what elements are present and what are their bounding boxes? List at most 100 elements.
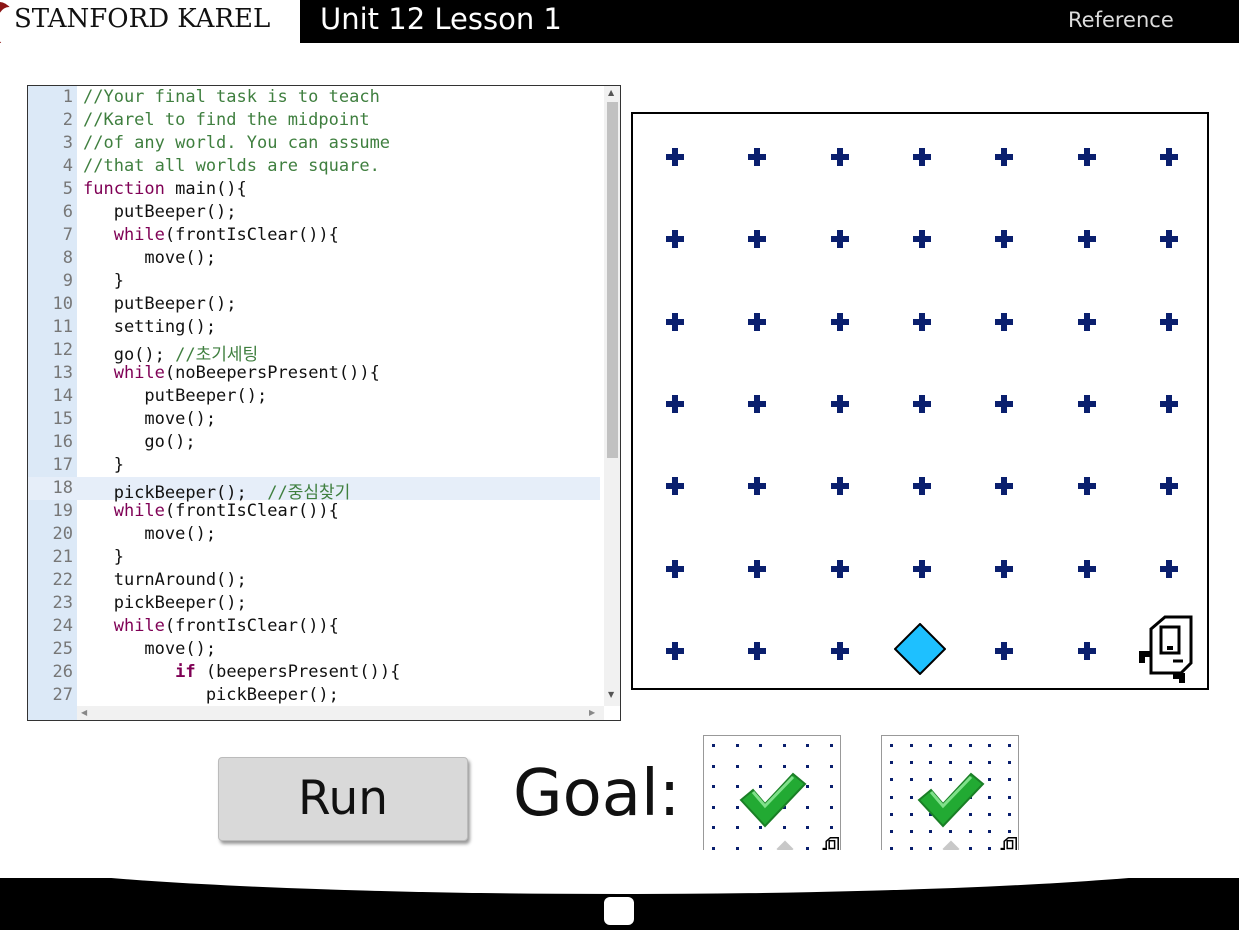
code-text[interactable]: move(); xyxy=(83,639,216,659)
corner-marker-icon xyxy=(1159,559,1178,578)
code-line[interactable]: 25 move(); xyxy=(28,638,600,661)
code-text[interactable]: setting(); xyxy=(83,317,216,337)
code-line[interactable]: 22 turnAround(); xyxy=(28,569,600,592)
goal-corner-dot xyxy=(968,744,972,747)
checkmark-icon xyxy=(739,772,807,828)
code-text[interactable]: move(); xyxy=(83,409,216,429)
scroll-right-icon[interactable]: ▶ xyxy=(589,708,595,717)
line-number: 1 xyxy=(62,87,73,107)
code-line[interactable]: 27 pickBeeper(); xyxy=(28,684,600,706)
code-text[interactable]: putBeeper(); xyxy=(83,386,267,406)
code-line[interactable]: 26 if (beepersPresent()){ xyxy=(28,661,600,684)
goal-corner-dot xyxy=(759,744,763,747)
code-line[interactable]: 24 while(frontIsClear()){ xyxy=(28,615,600,638)
code-text[interactable]: putBeeper(); xyxy=(83,294,237,314)
line-number: 23 xyxy=(52,593,73,613)
code-text[interactable]: //of any world. You can assume xyxy=(83,133,390,153)
corner-marker-icon xyxy=(995,312,1014,331)
code-text[interactable]: if (beepersPresent()){ xyxy=(83,662,400,682)
code-line[interactable]: 20 move(); xyxy=(28,523,600,546)
goal-corner-dot xyxy=(890,812,893,816)
code-text[interactable]: turnAround(); xyxy=(83,570,247,590)
code-text[interactable]: } xyxy=(83,271,124,291)
vertical-scrollbar[interactable]: ▲ ▼ xyxy=(604,86,620,706)
code-text[interactable]: //Your final task is to teach xyxy=(83,87,380,107)
code-line[interactable]: 23 pickBeeper(); xyxy=(28,592,600,615)
corner-marker-icon xyxy=(666,148,684,166)
code-text[interactable]: } xyxy=(83,547,124,567)
code-text[interactable]: //that all worlds are square. xyxy=(83,156,380,176)
code-text[interactable]: pickBeeper(); xyxy=(83,593,247,613)
reference-link[interactable]: Reference xyxy=(1068,8,1174,32)
goal-world-thumbnail-2[interactable] xyxy=(881,735,1019,858)
code-line[interactable]: 5 function main(){ xyxy=(28,178,600,201)
code-line[interactable]: 14 putBeeper(); xyxy=(28,385,600,408)
line-number: 22 xyxy=(52,570,73,590)
code-line[interactable]: 17 } xyxy=(28,454,600,477)
code-text[interactable]: while(frontIsClear()){ xyxy=(83,616,339,636)
line-number: 2 xyxy=(62,110,73,130)
code-line[interactable]: 1 //Your final task is to teach xyxy=(28,86,600,109)
karel-world xyxy=(631,112,1209,690)
code-line[interactable]: 10 putBeeper(); xyxy=(28,293,600,316)
code-text[interactable]: go(); xyxy=(83,432,195,452)
code-line[interactable]: 2 //Karel to find the midpoint xyxy=(28,109,600,132)
code-text[interactable]: putBeeper(); xyxy=(83,202,237,222)
corner-marker-icon xyxy=(1159,230,1178,249)
line-number: 20 xyxy=(52,524,73,544)
code-text[interactable]: //Karel to find the midpoint xyxy=(83,110,370,130)
code-text[interactable]: pickBeeper(); xyxy=(83,685,339,705)
line-number: 5 xyxy=(62,179,73,199)
code-line[interactable]: 8 move(); xyxy=(28,247,600,270)
scroll-left-icon[interactable]: ◀ xyxy=(81,708,87,717)
logo-text: STANFORD KAREL xyxy=(14,4,271,34)
corner-marker-icon xyxy=(666,394,684,413)
code-line[interactable]: 13 while(noBeepersPresent()){ xyxy=(28,362,600,385)
code-line[interactable]: 4 //that all worlds are square. xyxy=(28,155,600,178)
corner-marker-icon xyxy=(666,559,684,578)
corner-marker-icon xyxy=(1077,394,1096,413)
code-text[interactable]: while(frontIsClear()){ xyxy=(83,501,339,521)
code-line[interactable]: 16 go(); xyxy=(28,431,600,454)
goal-world-thumbnail-1[interactable] xyxy=(703,735,841,858)
code-line[interactable]: 21 } xyxy=(28,546,600,569)
goal-corner-dot xyxy=(712,805,715,809)
corner-marker-icon xyxy=(830,312,849,331)
goal-corner-dot xyxy=(830,744,833,747)
code-text[interactable]: move(); xyxy=(83,248,216,268)
home-button[interactable] xyxy=(604,897,634,925)
code-line[interactable]: 12 go(); //초기세팅 xyxy=(28,339,600,365)
checkmark-icon xyxy=(917,772,985,828)
code-line[interactable]: 7 while(frontIsClear()){ xyxy=(28,224,600,247)
code-line[interactable]: 19 while(frontIsClear()){ xyxy=(28,500,600,523)
vertical-scroll-thumb[interactable] xyxy=(607,102,618,458)
code-line[interactable]: 9 } xyxy=(28,270,600,293)
horizontal-scrollbar[interactable]: ◀ ▶ xyxy=(77,706,604,720)
code-line[interactable]: 3 //of any world. You can assume xyxy=(28,132,600,155)
code-line[interactable]: 6 putBeeper(); xyxy=(28,201,600,224)
code-text[interactable]: function main(){ xyxy=(83,179,247,199)
code-text[interactable]: move(); xyxy=(83,524,216,544)
corner-marker-icon xyxy=(1159,477,1178,496)
goal-corner-dot xyxy=(988,829,992,833)
goal-corner-dot xyxy=(909,795,913,799)
corner-marker-icon xyxy=(748,148,767,166)
code-text[interactable]: while(noBeepersPresent()){ xyxy=(83,363,380,383)
corner-marker-icon xyxy=(830,230,849,249)
code-text[interactable]: } xyxy=(83,455,124,475)
goal-corner-dot xyxy=(806,744,810,747)
goal-corner-dot xyxy=(830,805,833,809)
scroll-down-icon[interactable]: ▼ xyxy=(608,690,614,699)
code-line[interactable]: 18 pickBeeper(); //중심찾기 xyxy=(28,477,600,503)
line-number: 16 xyxy=(52,432,73,452)
line-number: 15 xyxy=(52,409,73,429)
code-line[interactable]: 15 move(); xyxy=(28,408,600,431)
goal-corner-dot xyxy=(806,764,810,768)
code-editor[interactable]: 1 //Your final task is to teach 2 //Karel t… xyxy=(27,85,621,721)
code-line[interactable]: 11 setting(); xyxy=(28,316,600,339)
scroll-up-icon[interactable]: ▲ xyxy=(608,88,614,97)
code-lines[interactable]: 1 //Your final task is to teach 2 //Karel t… xyxy=(28,86,604,706)
run-button[interactable]: Run xyxy=(218,757,468,841)
code-text[interactable]: while(frontIsClear()){ xyxy=(83,225,339,245)
lesson-title: Unit 12 Lesson 1 xyxy=(320,2,562,36)
